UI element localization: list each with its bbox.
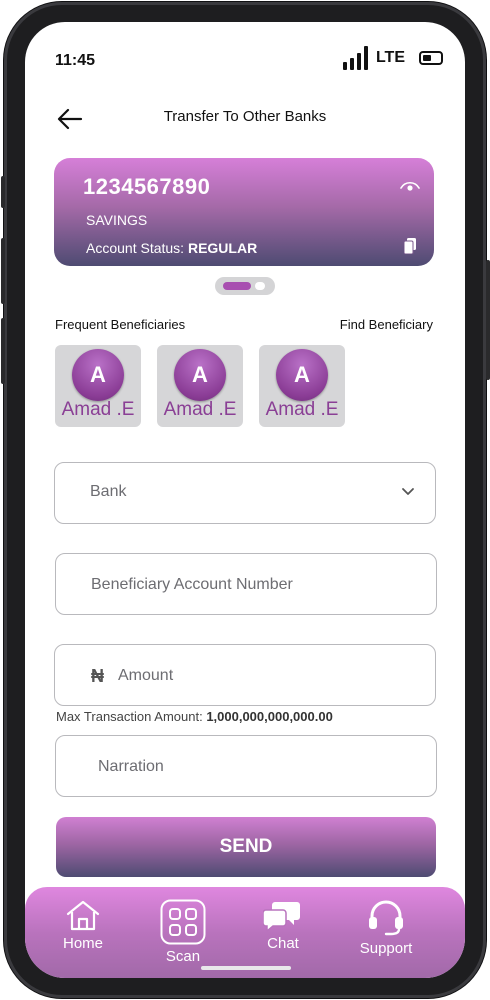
frequent-beneficiaries-label: Frequent Beneficiaries xyxy=(55,317,186,332)
naira-icon: ₦ xyxy=(91,666,104,686)
nav-home[interactable]: Home xyxy=(53,887,113,978)
copy-icon[interactable] xyxy=(404,238,416,254)
chevron-down-icon xyxy=(402,488,414,495)
beneficiary-avatar: A xyxy=(72,349,124,401)
phone-screen: 11:45 LTE Transfer To Other Banks 123456… xyxy=(25,22,465,978)
beneficiary-avatar: A xyxy=(276,349,328,401)
beneficiary-card[interactable]: A Amad .E xyxy=(157,345,243,427)
battery-icon xyxy=(419,51,443,65)
amount-placeholder: Amount xyxy=(118,667,174,684)
max-transaction-value: 1,000,000,000,000.00 xyxy=(206,709,333,724)
status-time: 11:45 xyxy=(55,52,96,69)
side-button-volume-down xyxy=(1,318,5,384)
nav-support[interactable]: Support xyxy=(351,887,421,978)
nav-scan-label: Scan xyxy=(165,948,201,965)
side-button-mute xyxy=(1,176,5,208)
home-indicator xyxy=(201,966,291,970)
home-icon xyxy=(66,900,100,931)
network-label: LTE xyxy=(375,49,405,66)
account-type: SAVINGS xyxy=(86,212,148,228)
find-beneficiary-link[interactable]: Find Beneficiary xyxy=(340,317,433,332)
nav-support-label: Support xyxy=(359,940,413,957)
account-number: 1234567890 xyxy=(83,174,211,199)
bottom-nav: Home Scan Chat Support xyxy=(25,887,465,978)
beneficiary-card[interactable]: A Amad .E xyxy=(55,345,141,427)
card-pager[interactable] xyxy=(215,277,275,295)
nav-scan[interactable]: Scan xyxy=(153,887,213,978)
status-indicators: LTE xyxy=(342,46,443,70)
chat-icon xyxy=(263,902,300,933)
headset-icon xyxy=(369,900,403,936)
nav-home-label: Home xyxy=(62,935,103,952)
side-button-volume-up xyxy=(1,238,5,304)
narration-input[interactable]: Narration xyxy=(55,735,437,797)
account-card[interactable]: 1234567890 SAVINGS Account Status: REGUL… xyxy=(54,158,434,266)
side-button-power xyxy=(486,260,490,380)
pager-dot-active xyxy=(223,282,251,290)
beneficiary-card[interactable]: A Amad .E xyxy=(259,345,345,427)
scan-icon xyxy=(160,899,206,945)
bank-select[interactable]: Bank xyxy=(54,462,436,524)
max-transaction-label: Max Transaction Amount: xyxy=(56,709,203,724)
beneficiary-avatar: A xyxy=(174,349,226,401)
page-title: Transfer To Other Banks xyxy=(163,108,327,125)
narration-placeholder: Narration xyxy=(98,758,164,775)
bank-placeholder: Bank xyxy=(90,483,127,500)
amount-input[interactable]: ₦ Amount xyxy=(54,644,436,706)
max-transaction-note: Max Transaction Amount: 1,000,000,000,00… xyxy=(56,709,333,724)
pager-dot xyxy=(255,282,265,290)
beneficiary-name: Amad .E xyxy=(163,399,237,420)
nav-chat[interactable]: Chat xyxy=(253,887,313,978)
account-status-label: Account Status: xyxy=(86,240,185,256)
beneficiary-account-input[interactable]: Beneficiary Account Number xyxy=(55,553,437,615)
eye-icon[interactable] xyxy=(400,180,420,194)
beneficiary-name: Amad .E xyxy=(265,399,339,420)
nav-chat-label: Chat xyxy=(267,935,299,952)
beneficiary-account-placeholder: Beneficiary Account Number xyxy=(91,576,293,593)
signal-icon xyxy=(342,46,368,70)
send-button[interactable]: SEND xyxy=(56,817,436,877)
account-status: Account Status: REGULAR xyxy=(86,240,257,256)
beneficiary-name: Amad .E xyxy=(61,399,135,420)
account-status-value: REGULAR xyxy=(187,240,258,256)
